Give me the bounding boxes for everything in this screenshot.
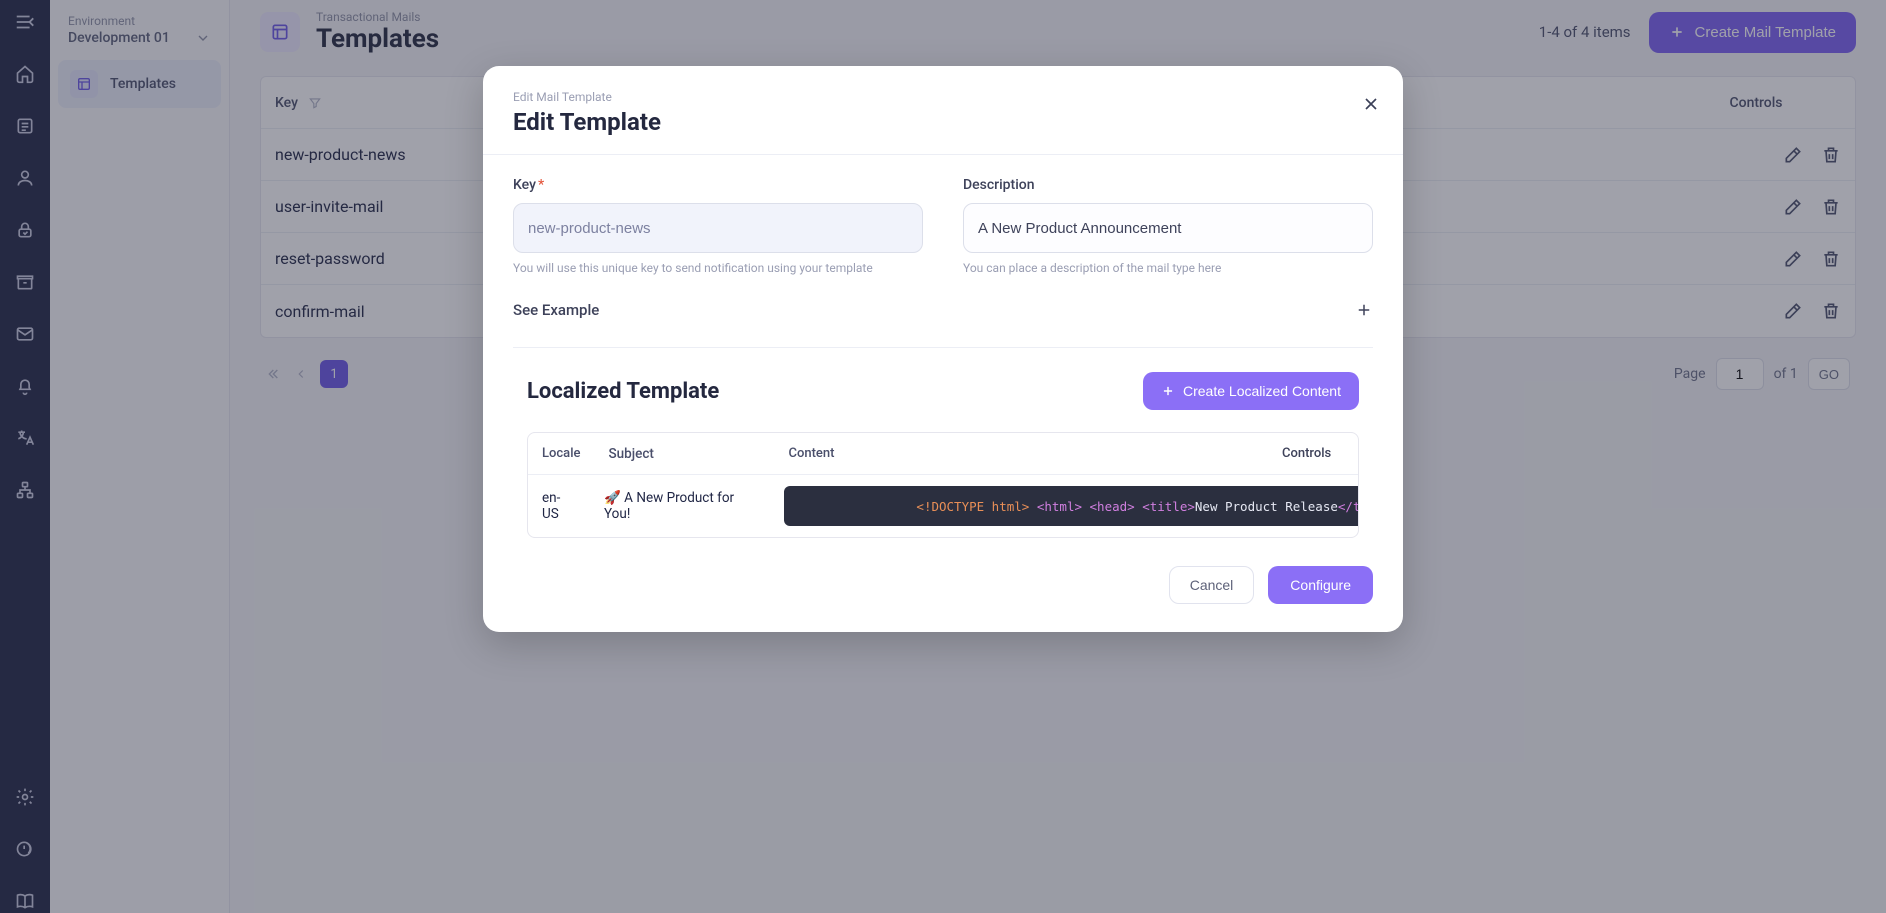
col-header-controls: Controls xyxy=(1268,446,1358,461)
localized-template-title: Localized Template xyxy=(527,379,719,404)
see-example-toggle[interactable]: See Example xyxy=(513,301,1373,348)
edit-template-modal: Edit Mail Template Edit Template Key* Yo… xyxy=(483,66,1403,632)
col-header-subject: Subject xyxy=(594,446,774,462)
description-input[interactable] xyxy=(963,203,1373,253)
col-header-content: Content xyxy=(774,446,1268,461)
description-helper: You can place a description of the mail … xyxy=(963,261,1373,275)
key-field-label: Key* xyxy=(513,177,923,193)
key-input xyxy=(513,203,923,253)
description-field-label: Description xyxy=(963,177,1373,193)
create-localized-content-button[interactable]: Create Localized Content xyxy=(1143,372,1359,410)
cancel-button[interactable]: Cancel xyxy=(1169,566,1255,604)
key-helper: You will use this unique key to send not… xyxy=(513,261,923,275)
close-icon[interactable] xyxy=(1361,94,1381,114)
modal-title: Edit Template xyxy=(513,108,1373,136)
plus-icon xyxy=(1161,384,1175,398)
localized-row: en-US 🚀 A New Product for You! <!DOCTYPE… xyxy=(528,475,1358,537)
modal-breadcrumb: Edit Mail Template xyxy=(513,90,1373,104)
configure-button[interactable]: Configure xyxy=(1268,566,1373,604)
plus-icon xyxy=(1355,301,1373,319)
col-header-locale: Locale xyxy=(528,446,594,461)
localized-table: Locale Subject Content Controls en-US 🚀 … xyxy=(527,432,1359,538)
content-code-preview: <!DOCTYPE html> <html> <head> <title>New… xyxy=(784,486,1359,526)
